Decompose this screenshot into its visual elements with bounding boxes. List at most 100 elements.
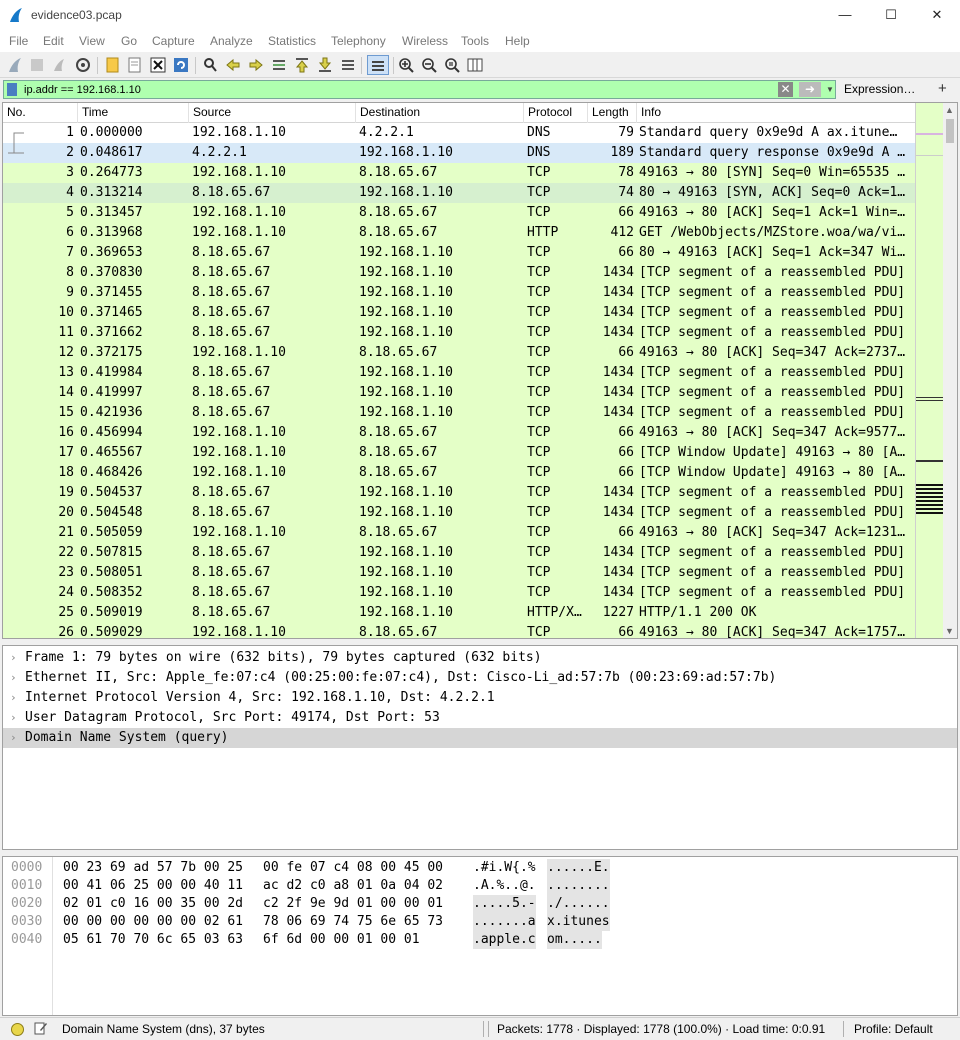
packet-row[interactable]: 4 0.313214 8.18.65.67 192.168.1.10 TCP 74 80 →… <box>3 183 915 203</box>
packet-row[interactable]: 14 0.419997 8.18.65.67 192.168.1.10 TCP 1434 [… <box>3 383 915 403</box>
detail-tree-item[interactable]: › Frame 1: 79 bytes on wire (632 bits), 7… <box>3 648 957 668</box>
expand-chevron-icon[interactable]: › <box>10 688 17 708</box>
packet-row[interactable]: 26 0.509029 192.168.1.10 8.18.65.67 TCP 66 491… <box>3 623 915 638</box>
packet-row[interactable]: 24 0.508352 8.18.65.67 192.168.1.10 TCP 1434 [… <box>3 583 915 603</box>
packet-protocol-cell: TCP <box>527 545 551 560</box>
packet-row[interactable]: 1 0.000000 192.168.1.10 4.2.2.1 DNS 79 Standar… <box>3 123 915 143</box>
packet-destination-cell: 192.168.1.10 <box>359 145 453 160</box>
zoom-out-icon[interactable] <box>420 56 438 74</box>
menu-statistics[interactable]: Statistics <box>268 34 316 48</box>
go-forward-icon[interactable] <box>247 56 265 74</box>
packet-row[interactable]: 22 0.507815 8.18.65.67 192.168.1.10 TCP 1434 [… <box>3 543 915 563</box>
packet-row[interactable]: 25 0.509019 8.18.65.67 192.168.1.10 HTTP/X… 1… <box>3 603 915 623</box>
chevron-down-icon[interactable]: ▼ <box>825 82 835 97</box>
menu-wireless[interactable]: Wireless <box>402 34 448 48</box>
auto-scroll-icon[interactable] <box>339 56 357 74</box>
packet-row[interactable]: 3 0.264773 192.168.1.10 8.18.65.67 TCP 78 4916… <box>3 163 915 183</box>
column-header-no[interactable]: No. <box>3 103 78 123</box>
capture-options-icon[interactable] <box>74 56 92 74</box>
packet-row[interactable]: 21 0.505059 192.168.1.10 8.18.65.67 TCP 66 491… <box>3 523 915 543</box>
apply-filter-icon[interactable]: ➜ <box>799 82 821 97</box>
packet-row[interactable]: 16 0.456994 192.168.1.10 8.18.65.67 TCP 66 491… <box>3 423 915 443</box>
packet-row[interactable]: 15 0.421936 8.18.65.67 192.168.1.10 TCP 1434 [… <box>3 403 915 423</box>
packet-row[interactable]: 2 0.048617 4.2.2.1 192.168.1.10 DNS 189 Standa… <box>3 143 915 163</box>
menu-telephony[interactable]: Telephony <box>331 34 386 48</box>
first-packet-icon[interactable] <box>293 56 311 74</box>
clear-filter-icon[interactable]: ✕ <box>778 82 793 97</box>
close-window-button[interactable]: ✕ <box>914 0 960 31</box>
menu-file[interactable]: File <box>9 34 28 48</box>
close-file-icon[interactable] <box>149 56 167 74</box>
packet-info-cell: [TCP Window Update] 49163 → 80 [A… <box>639 445 906 460</box>
packet-row[interactable]: 18 0.468426 192.168.1.10 8.18.65.67 TCP 66 [TC… <box>3 463 915 483</box>
packet-minimap[interactable] <box>915 103 944 638</box>
column-header-destination[interactable]: Destination <box>356 103 524 123</box>
go-back-icon[interactable] <box>224 56 242 74</box>
bookmark-icon[interactable] <box>7 83 17 96</box>
packet-row[interactable]: 9 0.371455 8.18.65.67 192.168.1.10 TCP 1434 [T… <box>3 283 915 303</box>
expand-chevron-icon[interactable]: › <box>10 648 17 668</box>
expand-chevron-icon[interactable]: › <box>10 668 17 688</box>
packet-row[interactable]: 11 0.371662 8.18.65.67 192.168.1.10 TCP 1434 [… <box>3 323 915 343</box>
detail-tree-item[interactable]: › Ethernet II, Src: Apple_fe:07:c4 (00:25… <box>3 668 957 688</box>
menu-edit[interactable]: Edit <box>43 34 64 48</box>
packet-protocol-cell: TCP <box>527 565 551 580</box>
expand-chevron-icon[interactable]: › <box>10 728 17 748</box>
column-header-protocol[interactable]: Protocol <box>524 103 588 123</box>
minimize-button[interactable]: — <box>822 0 868 31</box>
packet-row[interactable]: 19 0.504537 8.18.65.67 192.168.1.10 TCP 1434 [… <box>3 483 915 503</box>
maximize-button[interactable]: ☐ <box>868 0 914 31</box>
display-filter-input[interactable] <box>24 82 764 97</box>
status-profile[interactable]: Profile: Default <box>854 1022 933 1036</box>
menu-analyze[interactable]: Analyze <box>210 34 253 48</box>
detail-tree-item[interactable]: › Domain Name System (query) <box>3 728 957 748</box>
packet-list-scrollbar[interactable]: ▲ ▼ <box>943 103 957 638</box>
packet-row[interactable]: 17 0.465567 192.168.1.10 8.18.65.67 TCP 66 [TC… <box>3 443 915 463</box>
detail-tree-item[interactable]: › User Datagram Protocol, Src Port: 49174… <box>3 708 957 728</box>
normal-size-icon[interactable] <box>443 56 461 74</box>
menu-help[interactable]: Help <box>505 34 530 48</box>
menu-capture[interactable]: Capture <box>152 34 195 48</box>
reload-file-icon[interactable] <box>172 56 190 74</box>
start-capture-icon[interactable] <box>6 56 24 74</box>
column-header-time[interactable]: Time <box>78 103 189 123</box>
go-to-packet-icon[interactable] <box>270 56 288 74</box>
expert-info-icon[interactable] <box>11 1023 24 1036</box>
packet-row[interactable]: 20 0.504548 8.18.65.67 192.168.1.10 TCP 1434 [… <box>3 503 915 523</box>
scrollbar-thumb[interactable] <box>946 119 954 143</box>
packet-source-cell: 192.168.1.10 <box>192 445 286 460</box>
restart-capture-icon[interactable] <box>50 56 68 74</box>
detail-tree-item[interactable]: › Internet Protocol Version 4, Src: 192.1… <box>3 688 957 708</box>
colorize-icon[interactable] <box>367 55 389 75</box>
menu-tools[interactable]: Tools <box>461 34 489 48</box>
zoom-in-icon[interactable] <box>397 56 415 74</box>
packet-row[interactable]: 13 0.419984 8.18.65.67 192.168.1.10 TCP 1434 [… <box>3 363 915 383</box>
packet-row[interactable]: 5 0.313457 192.168.1.10 8.18.65.67 TCP 66 4916… <box>3 203 915 223</box>
last-packet-icon[interactable] <box>316 56 334 74</box>
packet-row[interactable]: 7 0.369653 8.18.65.67 192.168.1.10 TCP 66 80 →… <box>3 243 915 263</box>
find-packet-icon[interactable] <box>201 56 219 74</box>
packet-row[interactable]: 12 0.372175 192.168.1.10 8.18.65.67 TCP 66 491… <box>3 343 915 363</box>
expand-chevron-icon[interactable]: › <box>10 708 17 728</box>
save-file-icon[interactable] <box>126 56 144 74</box>
packet-row[interactable]: 10 0.371465 8.18.65.67 192.168.1.10 TCP 1434 [… <box>3 303 915 323</box>
column-header-source[interactable]: Source <box>189 103 356 123</box>
expression-button[interactable]: Expression… <box>844 82 915 96</box>
menu-view[interactable]: View <box>79 34 105 48</box>
stop-capture-icon[interactable] <box>28 56 46 74</box>
column-header-info[interactable]: Info <box>637 103 915 123</box>
packet-info-cell: [TCP segment of a reassembled PDU] <box>639 505 906 520</box>
open-file-icon[interactable] <box>104 56 122 74</box>
display-filter-field[interactable]: ✕ ➜ ▼ <box>3 80 836 99</box>
resize-columns-icon[interactable] <box>466 56 484 74</box>
packet-row[interactable]: 23 0.508051 8.18.65.67 192.168.1.10 TCP 1434 [… <box>3 563 915 583</box>
packet-row[interactable]: 6 0.313968 192.168.1.10 8.18.65.67 HTTP 412 GE… <box>3 223 915 243</box>
packet-row[interactable]: 8 0.370830 8.18.65.67 192.168.1.10 TCP 1434 [T… <box>3 263 915 283</box>
add-filter-button[interactable]: + <box>938 80 947 97</box>
scroll-up-icon[interactable]: ▲ <box>945 105 954 115</box>
menu-go[interactable]: Go <box>121 34 137 48</box>
packet-length-cell: 1434 <box>602 305 634 320</box>
edit-comment-icon[interactable] <box>34 1021 48 1035</box>
scroll-down-icon[interactable]: ▼ <box>945 626 954 636</box>
column-header-length[interactable]: Length <box>588 103 637 123</box>
